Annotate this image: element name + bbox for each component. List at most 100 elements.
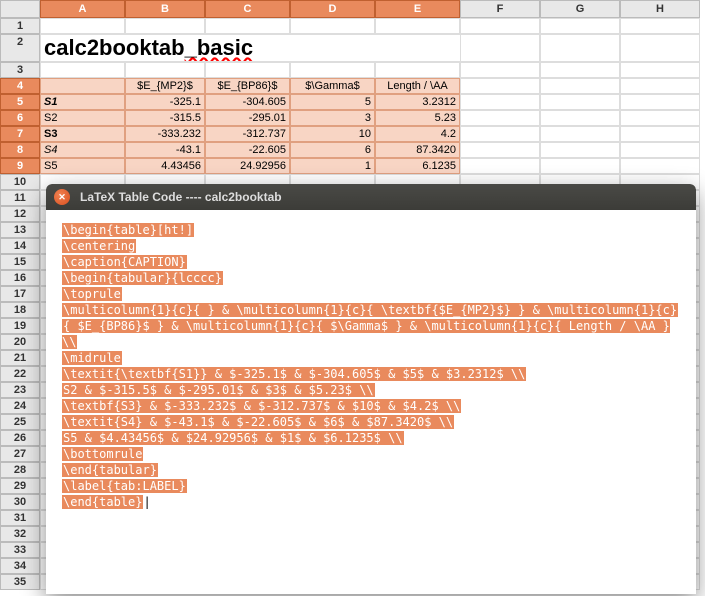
- cell-H7[interactable]: [620, 126, 700, 142]
- row-header-4[interactable]: 4: [0, 78, 40, 94]
- row-header-6[interactable]: 6: [0, 110, 40, 126]
- row-header-29[interactable]: 29: [0, 478, 40, 494]
- row-header-9[interactable]: 9: [0, 158, 40, 174]
- dialog-content[interactable]: \begin{table}[ht!]\centering\caption{CAP…: [46, 210, 696, 522]
- row-header-8[interactable]: 8: [0, 142, 40, 158]
- row-header-24[interactable]: 24: [0, 398, 40, 414]
- cell-B1[interactable]: [125, 18, 205, 34]
- cell-F7[interactable]: [460, 126, 540, 142]
- row-header-34[interactable]: 34: [0, 558, 40, 574]
- cell-D1[interactable]: [290, 18, 375, 34]
- row-header-17[interactable]: 17: [0, 286, 40, 302]
- col-header-F[interactable]: F: [460, 0, 540, 18]
- cell-H4[interactable]: [620, 78, 700, 94]
- row-header-28[interactable]: 28: [0, 462, 40, 478]
- cell-F2[interactable]: [460, 34, 540, 62]
- cell-E5[interactable]: 3.2312: [375, 94, 460, 110]
- cell-G3[interactable]: [540, 62, 620, 78]
- row-header-13[interactable]: 13: [0, 222, 40, 238]
- cell-A6[interactable]: S2: [40, 110, 125, 126]
- cell-B4[interactable]: $E_{MP2}$: [125, 78, 205, 94]
- cell-H5[interactable]: [620, 94, 700, 110]
- cell-F6[interactable]: [460, 110, 540, 126]
- cell-E7[interactable]: 4.2: [375, 126, 460, 142]
- cell-A5[interactable]: S1: [40, 94, 125, 110]
- cell-H1[interactable]: [620, 18, 700, 34]
- cell-D5[interactable]: 5: [290, 94, 375, 110]
- row-header-11[interactable]: 11: [0, 190, 40, 206]
- cell-C7[interactable]: -312.737: [205, 126, 290, 142]
- row-header-20[interactable]: 20: [0, 334, 40, 350]
- col-header-B[interactable]: B: [125, 0, 205, 18]
- cell-H2[interactable]: [620, 34, 700, 62]
- col-header-E[interactable]: E: [375, 0, 460, 18]
- col-header-D[interactable]: D: [290, 0, 375, 18]
- cell-E8[interactable]: 87.3420: [375, 142, 460, 158]
- row-header-10[interactable]: 10: [0, 174, 40, 190]
- cell-G4[interactable]: [540, 78, 620, 94]
- cell-E3[interactable]: [375, 62, 460, 78]
- cell-D9[interactable]: 1: [290, 158, 375, 174]
- cell-E9[interactable]: 6.1235: [375, 158, 460, 174]
- cell-A3[interactable]: [40, 62, 125, 78]
- cell-C8[interactable]: -22.605: [205, 142, 290, 158]
- row-header-2[interactable]: 2: [0, 34, 40, 62]
- col-header-A[interactable]: A: [40, 0, 125, 18]
- cell-E4[interactable]: Length / \AA: [375, 78, 460, 94]
- cell-B5[interactable]: -325.1: [125, 94, 205, 110]
- cell-A7[interactable]: S3: [40, 126, 125, 142]
- cell-G1[interactable]: [540, 18, 620, 34]
- cell-D3[interactable]: [290, 62, 375, 78]
- row-header-26[interactable]: 26: [0, 430, 40, 446]
- cell-D8[interactable]: 6: [290, 142, 375, 158]
- cell-C6[interactable]: -295.01: [205, 110, 290, 126]
- row-header-27[interactable]: 27: [0, 446, 40, 462]
- cell-H9[interactable]: [620, 158, 700, 174]
- cell-E1[interactable]: [375, 18, 460, 34]
- cell-H3[interactable]: [620, 62, 700, 78]
- row-header-12[interactable]: 12: [0, 206, 40, 222]
- cell-A9[interactable]: S5: [40, 158, 125, 174]
- row-header-33[interactable]: 33: [0, 542, 40, 558]
- cell-F3[interactable]: [460, 62, 540, 78]
- cell-F4[interactable]: [460, 78, 540, 94]
- cell-G2[interactable]: [540, 34, 620, 62]
- row-header-21[interactable]: 21: [0, 350, 40, 366]
- corner-cell[interactable]: [0, 0, 40, 18]
- row-header-30[interactable]: 30: [0, 494, 40, 510]
- cell-D6[interactable]: 3: [290, 110, 375, 126]
- cell-G6[interactable]: [540, 110, 620, 126]
- cell-F5[interactable]: [460, 94, 540, 110]
- cell-B7[interactable]: -333.232: [125, 126, 205, 142]
- row-header-1[interactable]: 1: [0, 18, 40, 34]
- cell-G8[interactable]: [540, 142, 620, 158]
- cell-B8[interactable]: -43.1: [125, 142, 205, 158]
- cell-G9[interactable]: [540, 158, 620, 174]
- col-header-C[interactable]: C: [205, 0, 290, 18]
- cell-B3[interactable]: [125, 62, 205, 78]
- cell-C3[interactable]: [205, 62, 290, 78]
- cell-C9[interactable]: 24.92956: [205, 158, 290, 174]
- row-header-31[interactable]: 31: [0, 510, 40, 526]
- cell-H8[interactable]: [620, 142, 700, 158]
- row-header-35[interactable]: 35: [0, 574, 40, 590]
- row-header-15[interactable]: 15: [0, 254, 40, 270]
- cell-B9[interactable]: 4.43456: [125, 158, 205, 174]
- row-header-7[interactable]: 7: [0, 126, 40, 142]
- row-header-25[interactable]: 25: [0, 414, 40, 430]
- row-header-14[interactable]: 14: [0, 238, 40, 254]
- cell-C4[interactable]: $E_{BP86}$: [205, 78, 290, 94]
- cell-H6[interactable]: [620, 110, 700, 126]
- cell-F9[interactable]: [460, 158, 540, 174]
- row-header-19[interactable]: 19: [0, 318, 40, 334]
- cell-G7[interactable]: [540, 126, 620, 142]
- cell-D7[interactable]: 10: [290, 126, 375, 142]
- cell-D4[interactable]: $\Gamma$: [290, 78, 375, 94]
- cell-A4[interactable]: [40, 78, 125, 94]
- cell-F1[interactable]: [460, 18, 540, 34]
- close-icon[interactable]: ✕: [54, 189, 70, 205]
- row-header-22[interactable]: 22: [0, 366, 40, 382]
- row-header-32[interactable]: 32: [0, 526, 40, 542]
- cell-A2[interactable]: calc2booktab_basic: [40, 34, 460, 62]
- cell-E6[interactable]: 5.23: [375, 110, 460, 126]
